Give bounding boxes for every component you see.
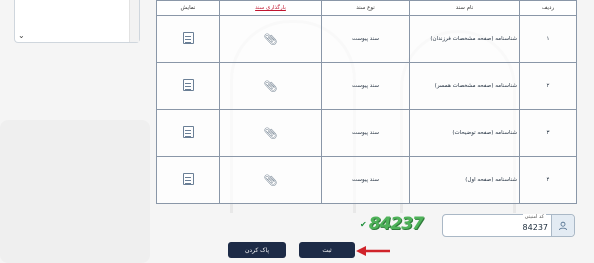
header-upload[interactable]: بارگذاری سند [219, 0, 322, 16]
arrow-left-icon [356, 246, 390, 256]
chevron-down-icon[interactable]: ⌄ [18, 31, 25, 40]
view-cell [156, 109, 220, 157]
row-doc-type: سند پیوست [321, 62, 410, 110]
document-view-icon[interactable] [182, 32, 194, 44]
documents-table: ردیف نام سند نوع سند بارگذاری سند نمایش … [156, 0, 577, 204]
listbox-scrollbar[interactable] [129, 0, 139, 42]
row-index: ۳ [519, 109, 577, 157]
row-index: ۴ [519, 156, 577, 204]
upload-cell: 📎︎ [219, 62, 322, 110]
document-view-icon[interactable] [182, 173, 194, 185]
row-doc-type: سند پیوست [321, 109, 410, 157]
table-header-row: ردیف نام سند نوع سند بارگذاری سند نمایش [156, 0, 577, 16]
table-row: ۱ شناسنامه (صفحه مشخصات فرزندان) سند پیو… [156, 15, 577, 63]
row-doc-name: شناسنامه (صفحه توضیحات) [409, 109, 520, 157]
table-row: ۲ شناسنامه (صفحه مشخصات همسر) سند پیوست … [156, 62, 577, 110]
side-listbox[interactable]: ⌄ [14, 0, 140, 43]
user-button[interactable] [551, 215, 574, 236]
row-index: ۲ [519, 62, 577, 110]
upload-cell: 📎︎ [219, 109, 322, 157]
paperclip-icon[interactable]: 📎︎ [264, 127, 278, 140]
table-row: ۴ شناسنامه (صفحه اول) سند پیوست 📎︎ [156, 156, 577, 204]
captcha-field[interactable]: کد امنیتی 84237 [442, 214, 575, 237]
header-doc-type: نوع سند [321, 0, 410, 16]
paperclip-icon[interactable]: 📎︎ [264, 33, 278, 46]
table-row: ۳ شناسنامه (صفحه توضیحات) سند پیوست 📎︎ [156, 109, 577, 157]
row-doc-name: شناسنامه (صفحه اول) [409, 156, 520, 204]
view-cell [156, 156, 220, 204]
header-view: نمایش [156, 0, 220, 16]
captcha-image-text: 84237 [368, 214, 424, 234]
header-index: ردیف [519, 0, 577, 16]
reset-button[interactable]: پاک کردن [228, 242, 286, 258]
paperclip-icon[interactable]: 📎︎ [264, 174, 278, 187]
check-shield-icon: ✔ [360, 219, 367, 229]
upload-cell: 📎︎ [219, 15, 322, 63]
view-cell [156, 15, 220, 63]
background-decoration [0, 120, 150, 263]
row-doc-type: سند پیوست [321, 15, 410, 63]
row-doc-type: سند پیوست [321, 156, 410, 204]
document-view-icon[interactable] [182, 79, 194, 91]
captcha-input[interactable]: 84237 [523, 223, 548, 232]
view-cell [156, 62, 220, 110]
captcha-image: ✔ 84237 [360, 212, 430, 236]
row-doc-name: شناسنامه (صفحه مشخصات همسر) [409, 62, 520, 110]
paperclip-icon[interactable]: 📎︎ [264, 80, 278, 93]
submit-button[interactable]: ثبت [299, 242, 355, 258]
document-view-icon[interactable] [182, 126, 194, 138]
captcha-label: کد امنیتی [522, 214, 546, 220]
row-doc-name: شناسنامه (صفحه مشخصات فرزندان) [409, 15, 520, 63]
header-doc-name: نام سند [409, 0, 520, 16]
row-index: ۱ [519, 15, 577, 63]
user-icon [559, 221, 567, 230]
upload-cell: 📎︎ [219, 156, 322, 204]
